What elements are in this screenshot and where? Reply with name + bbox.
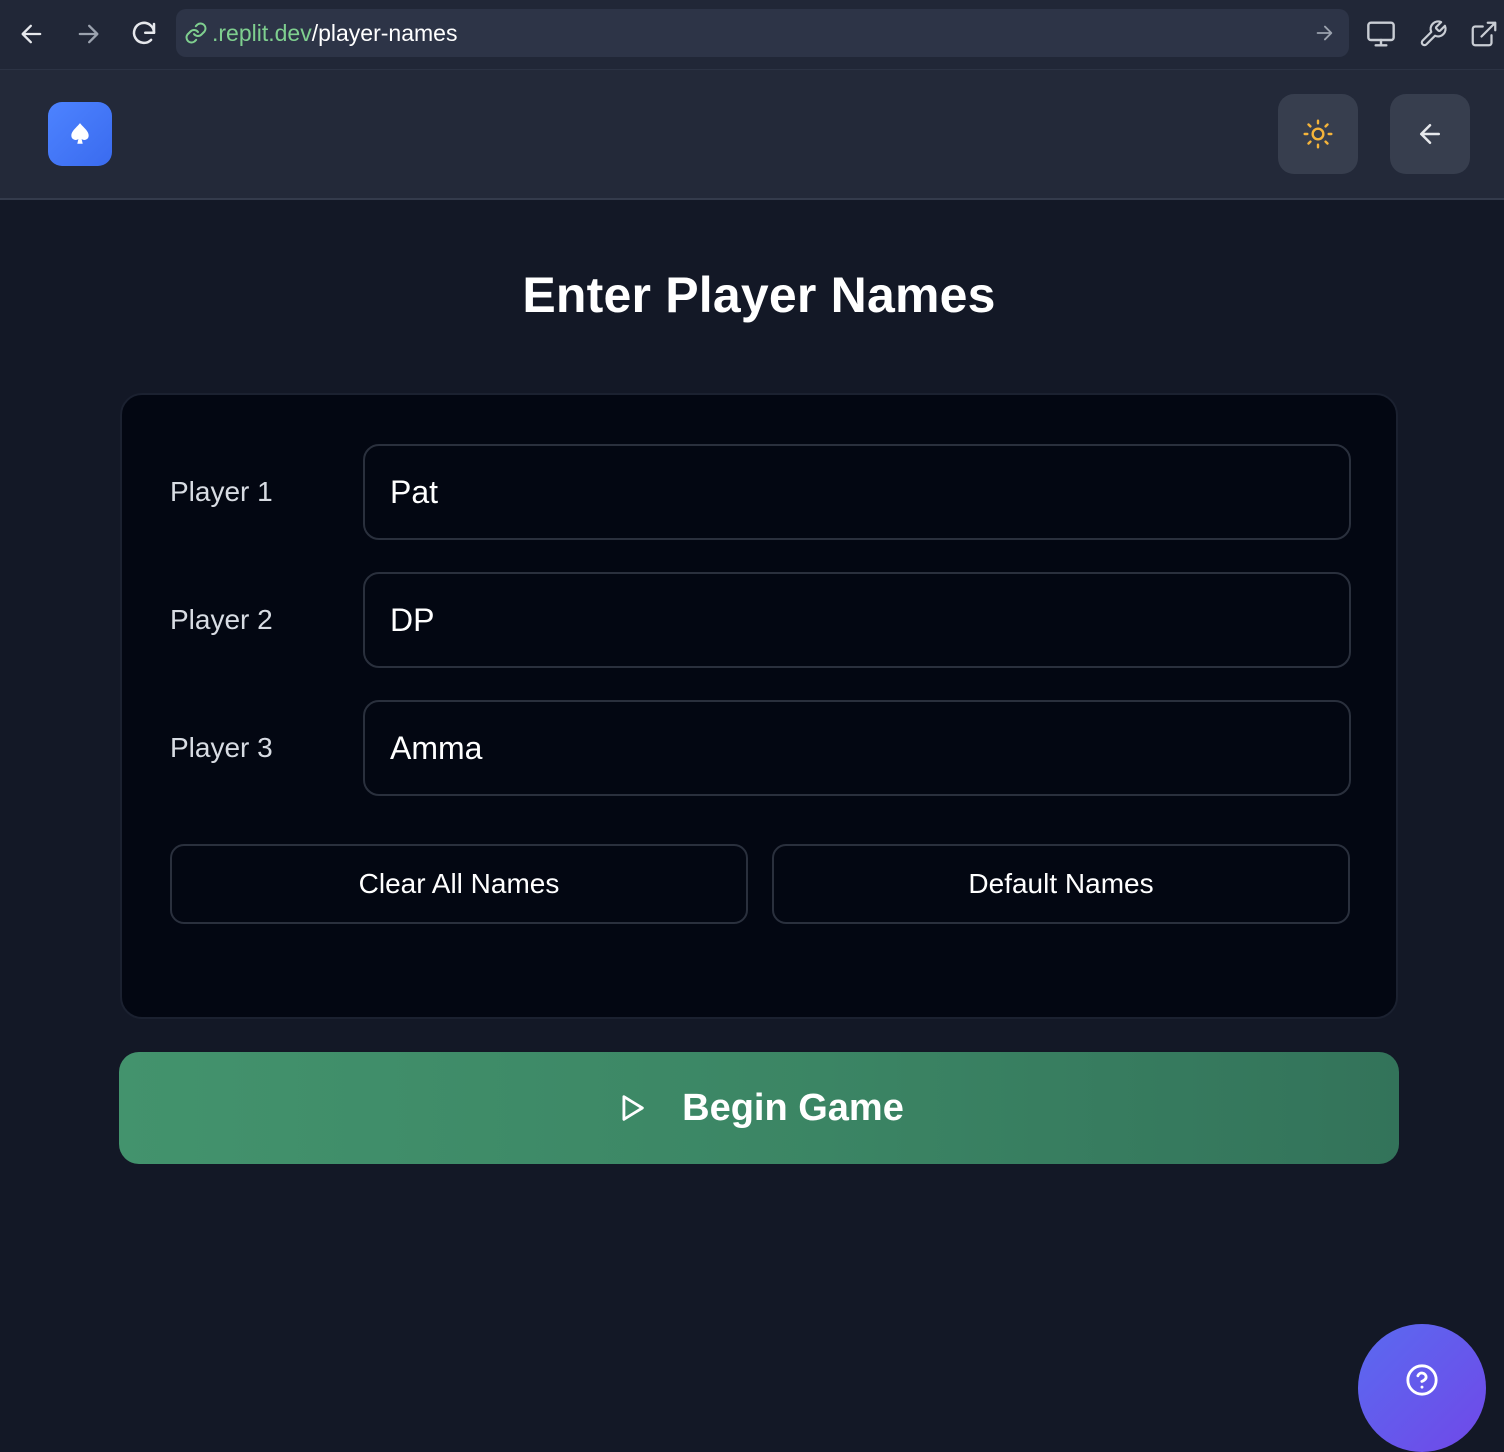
link-icon — [185, 22, 207, 44]
address-bar[interactable]: .replit.dev/player-names — [176, 9, 1349, 57]
url-domain: .replit.dev — [212, 20, 312, 46]
spade-icon — [71, 123, 89, 144]
player-1-input[interactable] — [363, 444, 1351, 540]
page-title: Enter Player Names — [522, 267, 996, 323]
help-button[interactable] — [1358, 1324, 1486, 1452]
player-3-input[interactable] — [363, 700, 1351, 796]
begin-game-label: Begin Game — [682, 1086, 904, 1129]
player-names-card: Player 1 Player 2 Player 3 Clear All Nam… — [120, 393, 1398, 1019]
player-2-label: Player 2 — [170, 604, 273, 635]
devtools-button[interactable] — [1413, 14, 1453, 54]
go-arrow-icon[interactable] — [1313, 22, 1335, 44]
external-link-icon — [1471, 21, 1497, 47]
help-circle-icon — [1406, 1364, 1438, 1396]
forward-button[interactable] — [70, 14, 106, 54]
forward-arrow-icon — [78, 24, 99, 44]
wrench-icon — [1420, 20, 1447, 47]
play-icon — [622, 1095, 644, 1121]
default-names-button[interactable]: Default Names — [772, 844, 1350, 924]
device-preview-button[interactable] — [1361, 14, 1401, 54]
app-logo[interactable] — [48, 102, 112, 166]
player-2-input[interactable] — [363, 572, 1351, 668]
begin-game-button[interactable]: Begin Game — [119, 1052, 1399, 1164]
monitor-icon — [1367, 21, 1395, 47]
player-1-label: Player 1 — [170, 476, 273, 507]
browser-toolbar: .replit.dev/player-names — [0, 0, 1504, 70]
url-text: .replit.dev/player-names — [212, 9, 457, 57]
arrow-left-icon — [1420, 124, 1440, 144]
player-3-label: Player 3 — [170, 732, 273, 763]
sun-icon — [1303, 119, 1333, 149]
theme-toggle-button[interactable] — [1278, 94, 1358, 174]
url-path: /player-names — [311, 20, 458, 46]
app-header — [0, 70, 1504, 200]
reload-button[interactable] — [126, 14, 162, 54]
clear-all-names-button[interactable]: Clear All Names — [170, 844, 748, 924]
reload-icon — [132, 21, 156, 45]
back-button[interactable] — [14, 14, 50, 54]
open-new-tab-button[interactable] — [1464, 14, 1504, 54]
back-arrow-icon — [21, 24, 42, 44]
header-back-button[interactable] — [1390, 94, 1470, 174]
